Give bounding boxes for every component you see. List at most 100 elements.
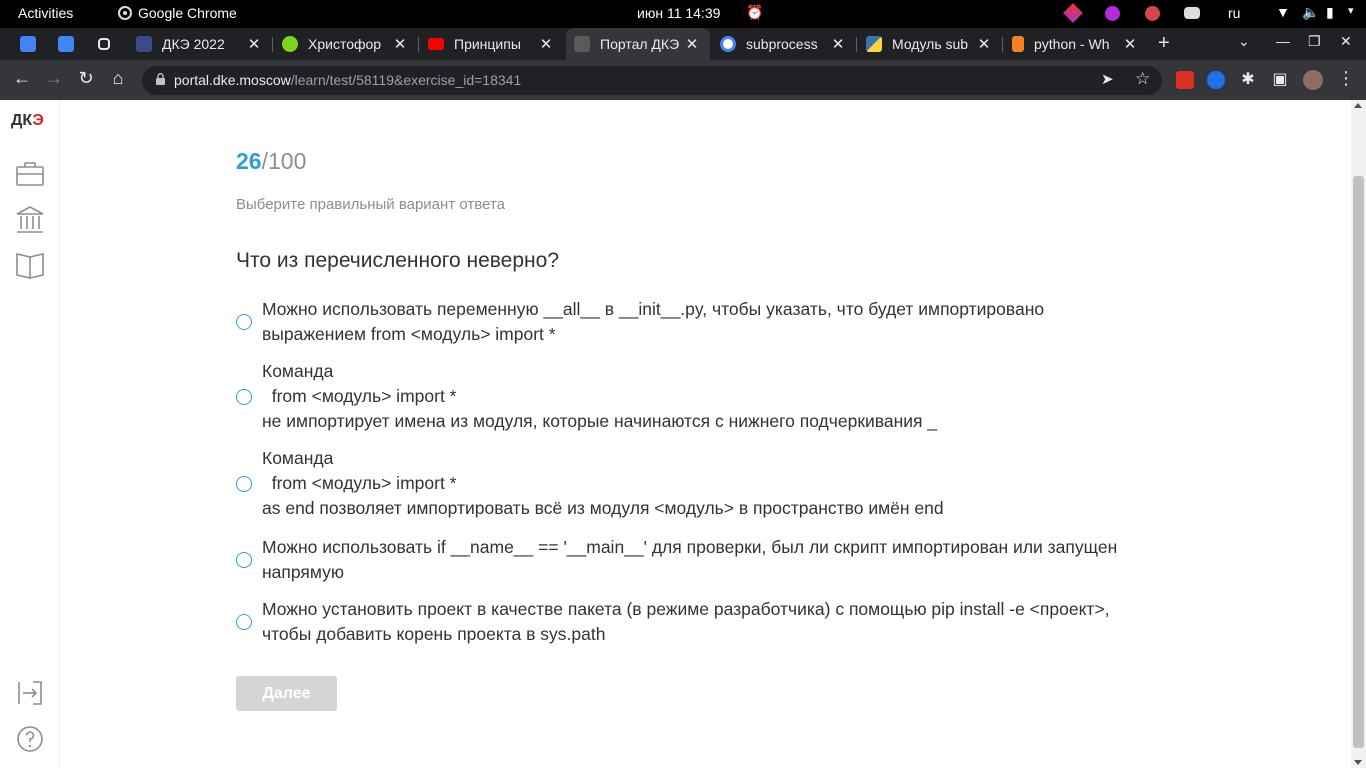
briefcase-icon[interactable] — [14, 158, 46, 190]
alarm-icon: ⏰ — [746, 4, 764, 20]
scrollbar-thumb[interactable] — [1353, 176, 1364, 748]
send-to-device-icon[interactable]: ➤ — [1101, 70, 1114, 88]
tab-title: ДКЭ 2022 — [162, 36, 225, 52]
question-title: Что из перечисленного неверно? — [236, 249, 559, 272]
institution-icon[interactable] — [14, 204, 46, 236]
total-questions: /100 — [261, 148, 307, 174]
close-tab-icon[interactable]: ✕ — [830, 35, 846, 53]
extension-icon[interactable] — [1207, 71, 1225, 89]
answer-option-text: Команда from <модуль> import * as end по… — [262, 448, 944, 518]
chrome-icon — [118, 6, 132, 20]
back-icon[interactable]: ← — [10, 68, 34, 89]
tab-pinned[interactable] — [12, 28, 44, 60]
tab-title: Христофор — [308, 36, 382, 52]
stackoverflow-icon — [1012, 36, 1024, 52]
lock-icon — [156, 73, 165, 85]
circle-icon — [282, 36, 298, 52]
extension-icon[interactable] — [1176, 71, 1194, 89]
minimize-icon[interactable]: — — [1276, 33, 1290, 49]
close-window-icon[interactable]: ✕ — [1340, 33, 1352, 50]
dke-logo[interactable]: ДКЭ — [11, 112, 44, 130]
tab-portal-dke[interactable]: Портал ДКЭ ✕ — [566, 28, 710, 60]
bookmark-star-icon[interactable]: ☆ — [1135, 69, 1150, 89]
tab-pinned[interactable] — [50, 28, 82, 60]
keyboard-layout[interactable]: ru — [1228, 5, 1240, 21]
app-menu[interactable]: Google Chrome — [118, 5, 237, 21]
address-bar[interactable]: portal.dke.moscow/learn/test/58119&exerc… — [142, 66, 1162, 95]
tab-title: subprocess — [746, 36, 818, 52]
close-tab-icon[interactable]: ✕ — [976, 35, 992, 53]
system-top-bar: Activities Google Chrome июн 11 14:39 ⏰ … — [0, 0, 1366, 28]
instruction-text: Выберите правильный вариант ответа — [236, 196, 505, 213]
radio-button[interactable] — [236, 475, 252, 492]
scroll-down-icon[interactable] — [1354, 760, 1362, 765]
tab-search-chevron-icon[interactable]: ⌄ — [1238, 33, 1250, 50]
help-icon[interactable] — [14, 723, 46, 755]
activities-button[interactable]: Activities — [18, 5, 73, 21]
docs-icon — [58, 36, 74, 52]
discord-icon[interactable] — [1184, 7, 1200, 19]
answer-option-1[interactable]: Можно использовать переменную __all__ в … — [236, 297, 1122, 347]
browser-toolbar: ← → ↻ ⌂ portal.dke.moscow/learn/test/581… — [0, 60, 1366, 100]
app-name: Google Chrome — [138, 5, 237, 21]
tab-title: Принципы — [454, 36, 521, 52]
battery-icon[interactable]: ▮ — [1326, 4, 1334, 21]
tab-pinned[interactable] — [90, 28, 122, 60]
answer-option-4[interactable]: Можно использовать if __name__ == '__mai… — [236, 535, 1122, 585]
google-icon — [720, 36, 736, 52]
wifi-icon[interactable]: ▼ — [1276, 4, 1290, 20]
docs-icon — [20, 36, 36, 52]
tab-stackoverflow[interactable]: python - Wh ✕ — [1004, 28, 1148, 60]
answer-option-text: Можно использовать переменную __all__ в … — [262, 299, 1045, 344]
question-counter: 26/100 — [236, 148, 306, 175]
answer-option-2[interactable]: Команда from <модуль> import * не импорт… — [236, 359, 1122, 434]
close-tab-icon[interactable]: ✕ — [538, 35, 554, 53]
volume-icon[interactable]: 🔈 — [1302, 4, 1319, 21]
reload-icon[interactable]: ↻ — [74, 68, 98, 89]
tray-app-icon[interactable] — [1063, 3, 1083, 23]
radio-button[interactable] — [236, 314, 252, 330]
system-menu-chevron-icon[interactable]: ▾ — [1348, 4, 1354, 17]
tab-title: Портал ДКЭ — [600, 36, 680, 52]
portal-icon — [574, 36, 590, 52]
chrome-menu-icon[interactable]: ⋮ — [1334, 68, 1358, 89]
python-icon — [866, 36, 882, 52]
tab-dke-2022[interactable]: ДКЭ 2022 ✕ — [128, 28, 272, 60]
page-scrollbar[interactable] — [1351, 100, 1366, 768]
restore-icon[interactable]: ❐ — [1308, 33, 1321, 50]
left-nav-rail: ДКЭ — [0, 100, 60, 768]
tray-app-icon[interactable] — [1105, 6, 1120, 21]
tray-app-icon[interactable] — [1145, 6, 1160, 21]
close-tab-icon[interactable]: ✕ — [684, 35, 700, 53]
close-tab-icon[interactable]: ✕ — [246, 35, 262, 53]
next-button[interactable]: Далее — [236, 676, 337, 711]
extensions-puzzle-icon[interactable]: ✱ — [1236, 69, 1260, 89]
answer-option-text: Можно использовать if __name__ == '__mai… — [262, 537, 1118, 582]
tab-subprocess[interactable]: subprocess ✕ — [712, 28, 856, 60]
tab-youtube[interactable]: Принципы ✕ — [420, 28, 564, 60]
current-question-number: 26 — [236, 148, 262, 174]
home-icon[interactable]: ⌂ — [106, 68, 130, 89]
radio-button[interactable] — [236, 388, 252, 405]
new-tab-button[interactable]: + — [1158, 32, 1170, 55]
tab-module-sub[interactable]: Модуль sub ✕ — [858, 28, 1002, 60]
answer-option-3[interactable]: Команда from <модуль> import * as end по… — [236, 446, 1122, 521]
youtube-icon — [428, 38, 444, 50]
close-tab-icon[interactable]: ✕ — [1122, 35, 1138, 53]
logout-icon[interactable] — [14, 677, 46, 709]
clock[interactable]: июн 11 14:39 — [637, 5, 720, 21]
answer-option-5[interactable]: Можно установить проект в качестве пакет… — [236, 597, 1122, 647]
link-icon — [98, 38, 110, 50]
tab-title: python - Wh — [1034, 36, 1110, 52]
tab-khristofor[interactable]: Христофор ✕ — [274, 28, 418, 60]
radio-button[interactable] — [236, 552, 252, 568]
profile-avatar[interactable] — [1303, 70, 1323, 90]
radio-button[interactable] — [236, 614, 252, 630]
dke-icon — [136, 36, 152, 52]
forward-icon[interactable]: → — [42, 68, 66, 89]
book-icon[interactable] — [14, 248, 46, 280]
url-text: portal.dke.moscow/learn/test/58119&exerc… — [174, 72, 522, 88]
close-tab-icon[interactable]: ✕ — [392, 35, 408, 53]
scroll-up-icon[interactable] — [1354, 103, 1362, 108]
side-panel-icon[interactable]: ▣ — [1268, 69, 1292, 89]
